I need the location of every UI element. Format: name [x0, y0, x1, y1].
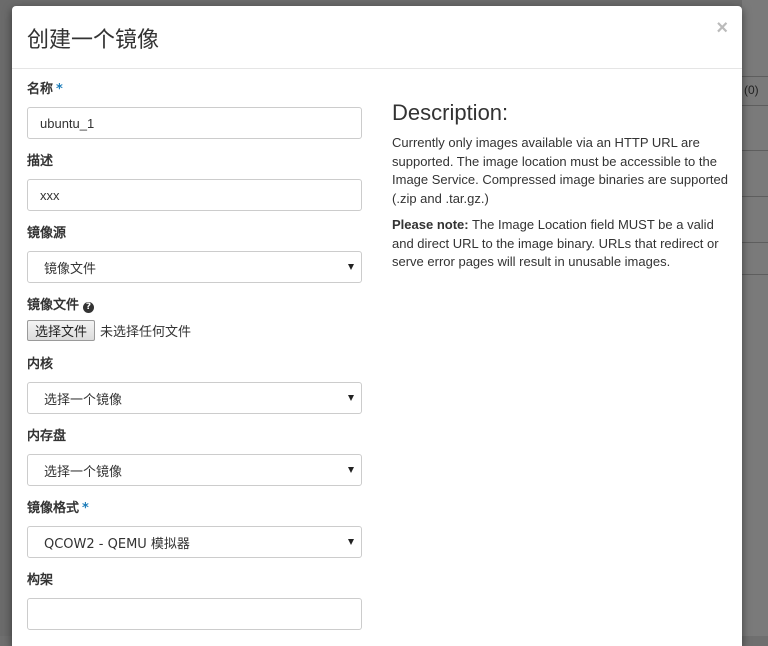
- required-marker: *: [82, 501, 89, 516]
- description-panel: Description: Currently only images avail…: [392, 100, 732, 280]
- background-count-label: (0): [744, 83, 759, 97]
- chevron-down-icon: [348, 264, 354, 270]
- background-divider: [742, 150, 768, 151]
- ramdisk-group: 内存盘 选择一个镜像: [27, 427, 362, 486]
- close-icon[interactable]: ×: [716, 18, 728, 38]
- required-marker: *: [56, 82, 63, 97]
- ramdisk-label: 内存盘: [27, 429, 67, 444]
- image-file-label: 镜像文件?: [27, 296, 362, 315]
- kernel-group: 内核 选择一个镜像: [27, 355, 362, 414]
- background-divider: [742, 196, 768, 197]
- image-format-group: 镜像格式 * QCOW2 - QEMU 模拟器: [27, 499, 362, 558]
- image-source-label: 镜像源: [27, 226, 67, 241]
- background-divider: [742, 242, 768, 243]
- image-source-select[interactable]: 镜像文件: [27, 251, 362, 283]
- kernel-value: 选择一个镜像: [44, 392, 123, 408]
- architecture-input[interactable]: [27, 598, 362, 630]
- modal-header: 创建一个镜像 ×: [12, 6, 742, 69]
- image-source-value: 镜像文件: [44, 261, 97, 277]
- description-title: Description:: [392, 100, 509, 125]
- image-format-value: QCOW2 - QEMU 模拟器: [44, 536, 190, 552]
- background-divider: [742, 274, 768, 275]
- architecture-label: 构架: [27, 573, 54, 588]
- help-icon[interactable]: ?: [83, 302, 95, 313]
- description-group: 描述 xxx: [27, 152, 362, 211]
- choose-file-button[interactable]: 选择文件: [27, 319, 96, 341]
- image-source-group: 镜像源 镜像文件: [27, 224, 362, 283]
- image-form: 名称 * ubuntu_1 描述 xxx 镜像源 镜像文件 镜像文件? 选择文件 …: [27, 80, 362, 643]
- kernel-label: 内核: [27, 357, 54, 372]
- description-label: 描述: [27, 154, 54, 169]
- ramdisk-select[interactable]: 选择一个镜像: [27, 454, 362, 486]
- image-format-label: 镜像格式 *: [27, 501, 89, 516]
- name-label: 名称 *: [27, 82, 63, 97]
- image-format-select[interactable]: QCOW2 - QEMU 模拟器: [27, 526, 362, 558]
- note-label: Please note:: [392, 217, 469, 232]
- name-input[interactable]: ubuntu_1: [27, 107, 362, 139]
- description-note: Please note: The Image Location field MU…: [392, 216, 732, 272]
- file-chooser: 选择文件 未选择任何文件: [27, 319, 362, 341]
- file-status-text: 未选择任何文件: [100, 324, 192, 340]
- name-group: 名称 * ubuntu_1: [27, 80, 362, 139]
- kernel-select[interactable]: 选择一个镜像: [27, 382, 362, 414]
- description-input[interactable]: xxx: [27, 179, 362, 211]
- image-file-group: 镜像文件? 选择文件 未选择任何文件: [27, 296, 362, 341]
- chevron-down-icon: [348, 395, 354, 401]
- background-divider: [742, 76, 768, 77]
- ramdisk-value: 选择一个镜像: [44, 464, 123, 480]
- architecture-group: 构架: [27, 571, 362, 630]
- description-paragraph: Currently only images available via an H…: [392, 135, 729, 206]
- chevron-down-icon: [348, 539, 354, 545]
- background-divider: [742, 105, 768, 106]
- create-image-modal: 创建一个镜像 × 名称 * ubuntu_1 描述 xxx 镜像源 镜像文件 镜像…: [12, 6, 742, 646]
- modal-title: 创建一个镜像: [27, 28, 160, 53]
- chevron-down-icon: [348, 467, 354, 473]
